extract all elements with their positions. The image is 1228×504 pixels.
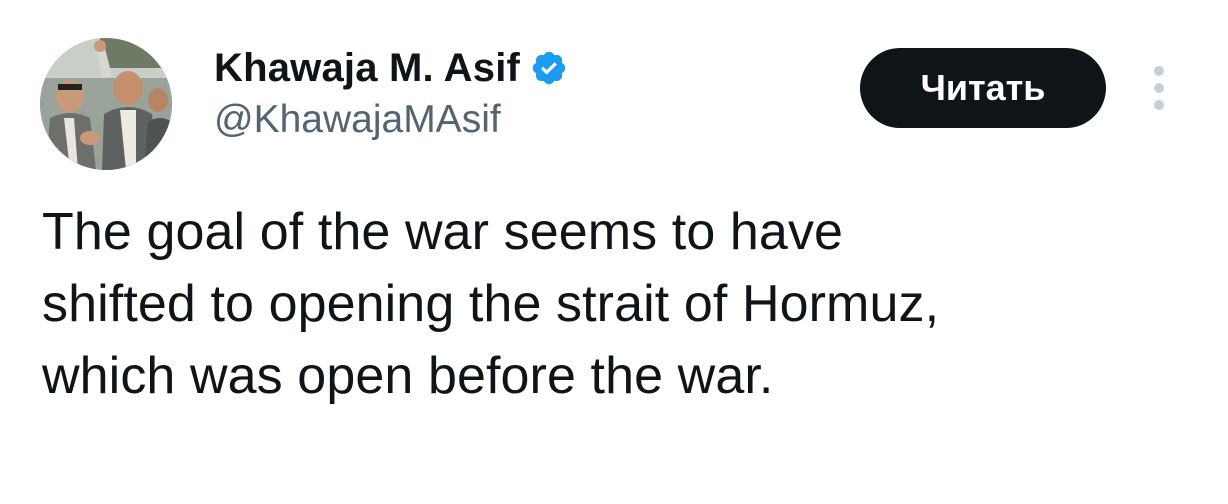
author-name-row: Khawaja M. Asif — [214, 42, 568, 94]
author-handle[interactable]: @KhawajaMAsif — [214, 98, 501, 142]
avatar-photo — [40, 38, 172, 170]
tweet-text: The goal of the war seems to have shifte… — [42, 196, 1202, 412]
tweet-text-line: The goal of the war seems to have — [42, 203, 844, 261]
more-dot — [1154, 100, 1164, 110]
tweet-text-line: which was open before the war. — [42, 347, 774, 405]
author-display-name[interactable]: Khawaja M. Asif — [214, 46, 520, 91]
more-dot — [1154, 83, 1164, 93]
avatar[interactable] — [40, 38, 172, 170]
follow-button[interactable]: Читать — [860, 48, 1106, 128]
verified-badge-icon — [530, 49, 568, 87]
more-dot — [1154, 66, 1164, 76]
tweet-text-line: shifted to opening the strait of Hormuz, — [42, 275, 940, 333]
more-options-icon[interactable] — [1146, 66, 1172, 110]
tweet-card: Khawaja M. Asif @KhawajaMAsif Читать The… — [0, 0, 1228, 504]
